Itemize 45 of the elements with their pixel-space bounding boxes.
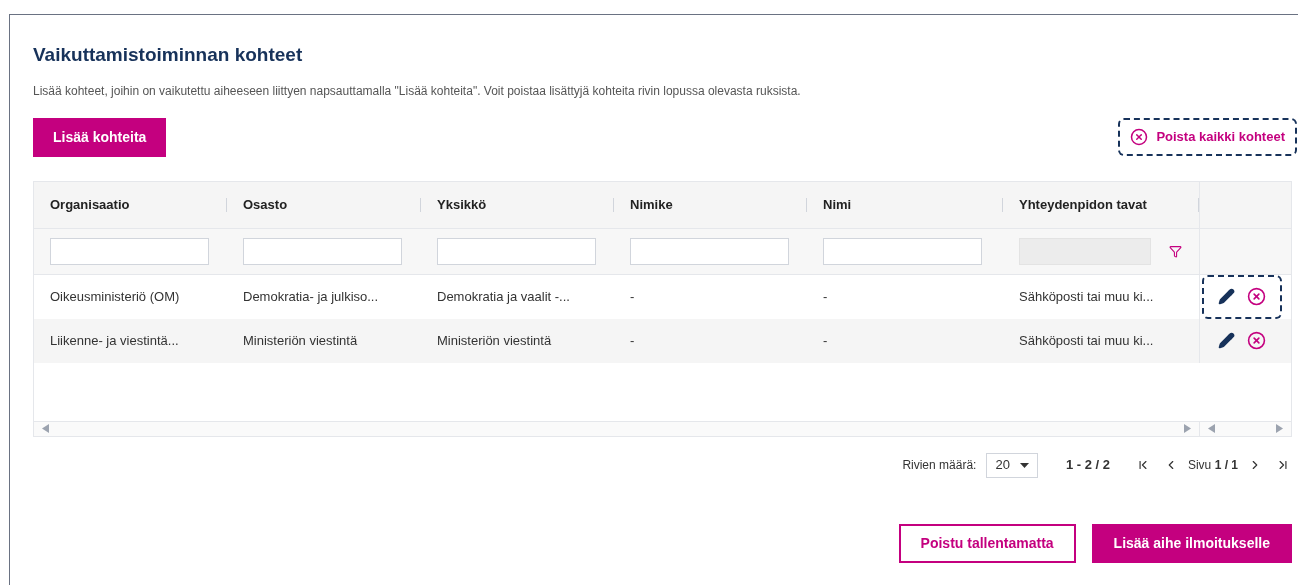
scroll-left-icon[interactable] <box>42 424 49 433</box>
filter-field[interactable] <box>243 237 402 265</box>
column-header[interactable]: Nimi <box>823 194 852 215</box>
table-cell-text: Sähköposti tai muu ki... <box>1019 287 1154 306</box>
table-cell-text: - <box>823 287 828 306</box>
table-cell-text: Demokratia ja vaalit -... <box>437 287 570 306</box>
add-targets-button[interactable]: Lisää kohteita <box>33 117 167 157</box>
table-cell-text: - <box>823 331 828 350</box>
filter-field[interactable] <box>50 237 209 265</box>
table-cell-text: Ministeriön viestintä <box>243 331 358 350</box>
remove-icon[interactable] <box>1247 331 1266 350</box>
table-cell-text: Oikeusministeriö (OM) <box>50 287 180 306</box>
table-cell-text: - <box>630 331 635 350</box>
filter-field[interactable] <box>630 237 789 265</box>
scroll-left-icon[interactable] <box>1208 424 1215 433</box>
column-header[interactable]: Yksikkö <box>437 194 487 215</box>
column-header[interactable]: Organisaatio <box>50 194 130 215</box>
table-cell-text: Ministeriön viestintä <box>437 331 552 350</box>
rows-per-page-label: Rivien määrä: <box>902 457 977 474</box>
secondary-button[interactable]: Poistu tallentamatta <box>898 523 1076 563</box>
remove-icon[interactable] <box>1247 287 1266 306</box>
table-cell-text: Sähköposti tai muu ki... <box>1019 331 1154 350</box>
filter-icon[interactable] <box>1169 244 1182 258</box>
page-size-select[interactable]: 20 <box>986 452 1038 478</box>
close-icon <box>1130 128 1149 146</box>
page-title: Vaikuttamistoiminnan kohteet <box>33 43 303 67</box>
edit-icon[interactable] <box>1218 288 1235 305</box>
table-cell-text: - <box>630 287 635 306</box>
filter-field[interactable] <box>437 237 596 265</box>
scroll-right-icon[interactable] <box>1276 424 1283 433</box>
page-indicator: Sivu 1 / 1 <box>1187 457 1238 474</box>
remove-all-button[interactable]: Poista kaikki kohteet <box>1118 118 1297 156</box>
edit-icon[interactable] <box>1218 332 1235 349</box>
table-cell-text: Liikenne- ja viestintä... <box>50 331 179 350</box>
column-header[interactable]: Nimike <box>630 194 673 215</box>
column-header[interactable]: Yhteydenpidon tavat <box>1019 194 1147 215</box>
scroll-right-icon[interactable] <box>1184 424 1191 433</box>
primary-button[interactable]: Lisää aihe ilmoitukselle <box>1091 523 1292 563</box>
row-range: 1 - 2 / 2 <box>1065 456 1110 475</box>
last-page-icon[interactable] <box>1276 458 1290 472</box>
column-header[interactable]: Osasto <box>243 194 288 215</box>
table-cell-text: Demokratia- ja julkiso... <box>243 287 379 306</box>
description: Lisää kohteet, joihin on vaikutettu aiheeseen liittyen napsauttamalla "Lisää kohteita". Voit poistaa lisättyjä kohteita rivin lopussa olevasta ruksista. <box>33 82 801 100</box>
filter-field[interactable] <box>823 237 982 265</box>
caret-icon <box>1019 462 1029 468</box>
